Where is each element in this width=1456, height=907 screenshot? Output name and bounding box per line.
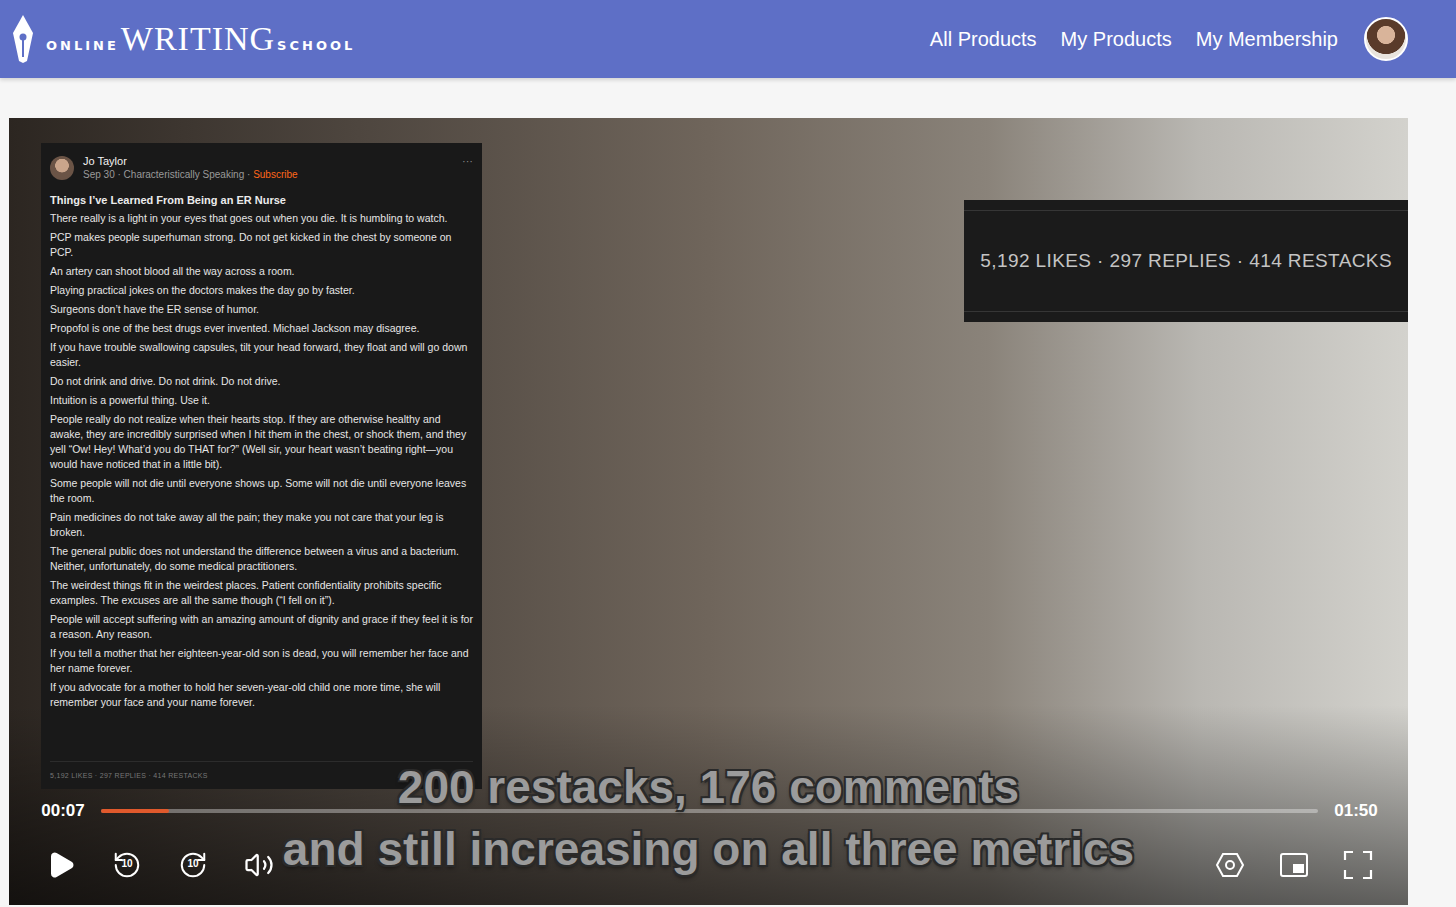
note-item: Some people will not die until everyone …: [50, 476, 473, 506]
top-bar: ONLINEWRITINGSCHOOL All Products My Produc…: [0, 0, 1456, 78]
main-nav: All Products My Products My Membership: [930, 17, 1408, 61]
content: Jo Taylor Sep 30 · Characteristically Spe…: [0, 78, 1456, 907]
nav-link[interactable]: My Products: [1061, 28, 1172, 51]
logo-prefix: ONLINE: [46, 38, 119, 53]
play-icon: [46, 850, 76, 880]
note-item: Propofol is one of the best drugs ever i…: [50, 321, 473, 336]
logo-main: WRITING: [121, 20, 275, 58]
note-item: There really is a light in your eyes tha…: [50, 211, 473, 226]
caption-line: and still increasing on all three metric…: [283, 818, 1134, 880]
note-item: If you advocate for a mother to hold her…: [50, 680, 473, 710]
page: ONLINEWRITINGSCHOOL All Products My Produc…: [0, 0, 1456, 907]
rewind-label: 10: [105, 858, 149, 869]
nav-link[interactable]: My Membership: [1196, 28, 1338, 51]
note-item: PCP makes people superhuman strong. Do n…: [50, 230, 473, 260]
note-item: People really do not realize when their …: [50, 412, 473, 472]
settings-button[interactable]: [1208, 845, 1252, 885]
note-item: Intuition is a powerful thing. Use it.: [50, 393, 473, 408]
fullscreen-icon: [1343, 850, 1373, 880]
volume-icon: [244, 850, 274, 880]
note-item: People will accept suffering with an ama…: [50, 612, 473, 642]
logo-text: ONLINEWRITINGSCHOOL: [46, 20, 355, 58]
current-time: 00:07: [39, 801, 87, 821]
right-controls: [1208, 845, 1380, 885]
fullscreen-button[interactable]: [1336, 845, 1380, 885]
note-item: Do not drink and drive. Do not drink. Do…: [50, 374, 473, 389]
subscribe-link[interactable]: Subscribe: [253, 169, 297, 180]
note-item: The general public does not understand t…: [50, 544, 473, 574]
duration: 01:50: [1332, 801, 1380, 821]
captions: 200 restacks, 176 commentsand still incr…: [9, 756, 1408, 880]
volume-button[interactable]: [237, 845, 281, 885]
picture-in-picture-icon: [1279, 852, 1309, 878]
rewind-button[interactable]: 10: [105, 845, 149, 885]
pen-nib-icon: [10, 13, 36, 65]
forward-label: 10: [171, 858, 215, 869]
note-header: Jo Taylor Sep 30 · Characteristically Spe…: [50, 155, 473, 180]
pip-button[interactable]: [1272, 845, 1316, 885]
note-item: If you have trouble swallowing capsules,…: [50, 340, 473, 370]
play-button[interactable]: [39, 845, 83, 885]
author-avatar: [50, 156, 74, 180]
note-item: The weirdest things fit in the weirdest …: [50, 578, 473, 608]
note-byline: Sep 30 · Characteristically Speaking · S…: [83, 169, 453, 180]
note-title: Things I’ve Learned From Being an ER Nur…: [50, 194, 473, 206]
stats-text: 5,192 LIKES · 297 REPLIES · 414 RESTACKS: [980, 250, 1392, 272]
forward-button[interactable]: 10: [171, 845, 215, 885]
settings-icon: [1215, 850, 1245, 880]
note-item: Pain medicines do not take away all the …: [50, 510, 473, 540]
note-item: Surgeons don’t have the ER sense of humo…: [50, 302, 473, 317]
logo[interactable]: ONLINEWRITINGSCHOOL: [10, 13, 355, 65]
note-item: Playing practical jokes on the doctors m…: [50, 283, 473, 298]
progress-fill: [101, 809, 169, 813]
note-item: An artery can shoot blood all the way ac…: [50, 264, 473, 279]
caption-line: 200 restacks, 176 comments: [398, 756, 1019, 818]
user-avatar[interactable]: [1364, 17, 1408, 61]
nav-link[interactable]: All Products: [930, 28, 1037, 51]
more-button[interactable]: ···: [462, 155, 473, 167]
note-meta: Jo Taylor Sep 30 · Characteristically Spe…: [83, 155, 453, 180]
stats-rule: [964, 210, 1408, 211]
stats-box: 5,192 LIKES · 297 REPLIES · 414 RESTACKS: [964, 200, 1408, 322]
author-name: Jo Taylor: [83, 155, 453, 167]
note-card: Jo Taylor Sep 30 · Characteristically Spe…: [41, 143, 482, 789]
left-controls: 10 10: [39, 845, 281, 885]
video-player[interactable]: Jo Taylor Sep 30 · Characteristically Spe…: [9, 118, 1408, 905]
note-list: There really is a light in your eyes tha…: [50, 211, 473, 710]
note-item: If you tell a mother that her eighteen-y…: [50, 646, 473, 676]
logo-suffix: SCHOOL: [277, 38, 355, 53]
stats-rule: [964, 311, 1408, 312]
